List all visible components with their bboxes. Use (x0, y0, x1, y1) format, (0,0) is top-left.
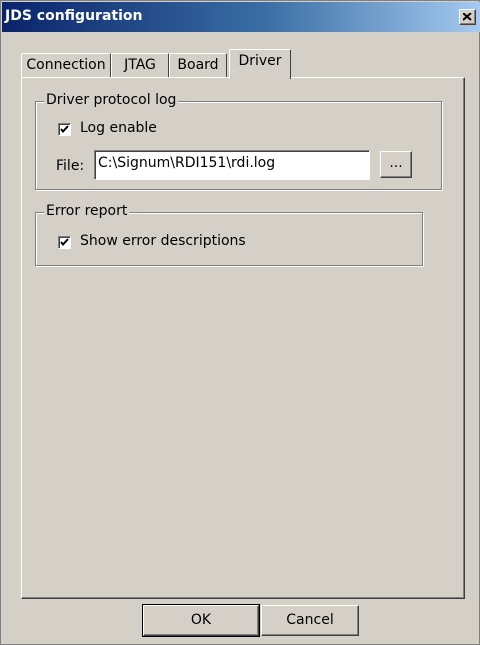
ok-button[interactable]: OK (142, 604, 260, 637)
tab-connection[interactable]: Connection (21, 53, 111, 77)
driver-protocol-log-group: Driver protocol log Log enable File: C:\… (35, 92, 442, 190)
checkmark-icon (60, 238, 69, 247)
checkmark-icon (60, 125, 69, 134)
driver-tab-panel: Driver protocol log Log enable File: C:\… (21, 77, 465, 599)
log-enable-checkbox[interactable] (58, 123, 71, 136)
file-label: File: (56, 158, 85, 174)
file-path-input[interactable]: C:\Signum\RDI151\rdi.log (94, 150, 370, 180)
error-report-group: Error report Show error descriptions (35, 203, 423, 266)
tab-board[interactable]: Board (169, 53, 227, 77)
log-enable-label[interactable]: Log enable (80, 120, 157, 136)
group-title-driver-log: Driver protocol log (44, 92, 179, 108)
tab-jtag[interactable]: JTAG (111, 53, 169, 77)
show-error-descriptions-checkbox[interactable] (58, 236, 71, 249)
close-icon (463, 13, 472, 21)
show-error-descriptions-label[interactable]: Show error descriptions (80, 233, 246, 249)
browse-button[interactable]: ... (380, 151, 412, 178)
cancel-button[interactable]: Cancel (261, 605, 359, 636)
jds-configuration-dialog: JDS configuration Connection JTAG Board … (0, 0, 480, 645)
title-bar[interactable]: JDS configuration (2, 2, 480, 32)
tab-driver[interactable]: Driver (229, 49, 291, 79)
group-title-error-report: Error report (44, 203, 130, 219)
close-button[interactable] (459, 9, 476, 25)
window-title: JDS configuration (5, 8, 143, 24)
